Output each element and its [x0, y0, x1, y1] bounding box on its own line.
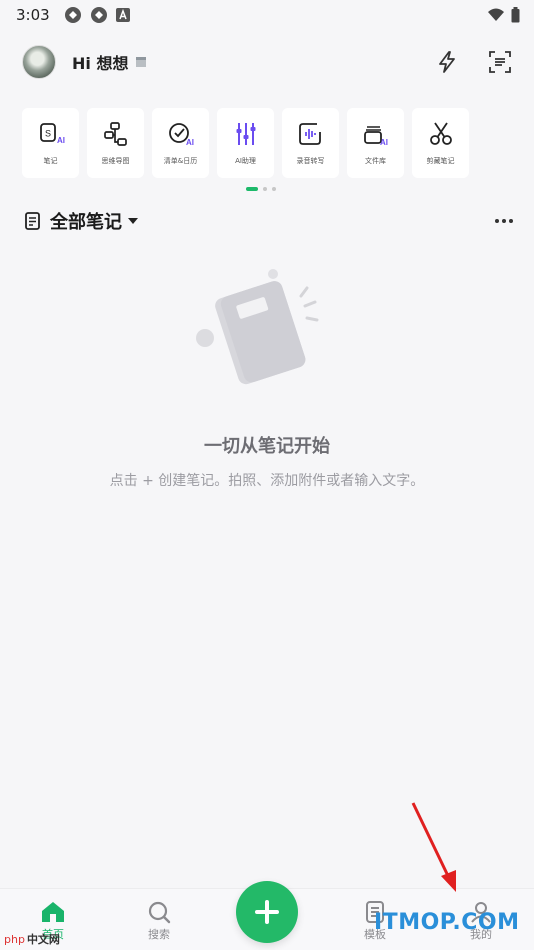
notebook-illustration — [196, 269, 319, 385]
home-icon — [42, 902, 64, 922]
watermark-php-text: php — [4, 932, 25, 946]
header-actions — [436, 50, 512, 74]
watermark-itmop: ITMOP.COM — [374, 910, 520, 935]
caret-down-icon[interactable] — [128, 217, 138, 225]
more-icon[interactable] — [494, 218, 514, 224]
svg-text:AI: AI — [57, 136, 65, 145]
empty-state: 一切从笔记开始 点击 + 创建笔记。拍照、添加附件或者输入文字。 — [0, 262, 534, 490]
font-a-icon — [115, 8, 130, 22]
notes-list-icon — [25, 212, 40, 230]
nav-search-label: 搜索 — [148, 928, 170, 941]
svg-text:AI: AI — [186, 138, 194, 147]
wifi-icon — [488, 8, 504, 21]
mindmap-icon — [103, 122, 127, 146]
tool-label: 文件库 — [365, 157, 386, 165]
tool-file-library[interactable]: AI 文件库 — [347, 108, 404, 178]
annotation-arrow — [411, 802, 456, 892]
tool-mindmap[interactable]: 思维导图 — [87, 108, 144, 178]
notes-section-header: 全部笔记 — [24, 206, 514, 236]
avatar[interactable] — [22, 45, 56, 79]
status-notification-icons — [64, 6, 130, 24]
empty-title: 一切从笔记开始 — [204, 436, 330, 457]
nav-search[interactable]: 搜索 — [106, 900, 212, 942]
empty-subtitle: 点击 + 创建笔记。拍照、添加附件或者输入文字。 — [109, 473, 425, 489]
pager-dot-active — [246, 187, 258, 191]
tool-label: 剪藏笔记 — [426, 157, 455, 165]
search-icon — [148, 901, 171, 924]
tool-label: AI助理 — [235, 157, 256, 165]
quick-tools: S AI 笔记 思维导图 AI 清单&日历 AI助理 录音转写 AI 文件库 剪藏… — [22, 108, 516, 178]
svg-text:AI: AI — [380, 138, 388, 147]
tool-label: 思维导图 — [101, 157, 130, 165]
plus-icon — [255, 900, 279, 924]
battery-icon — [511, 7, 520, 23]
greeting-text: Hi 想想 — [72, 54, 129, 73]
tool-clip-note[interactable]: 剪藏笔记 — [412, 108, 469, 178]
tool-label: 录音转写 — [296, 157, 325, 165]
pager-dot — [263, 187, 267, 191]
member-badge-icon — [136, 57, 147, 67]
svg-text:S: S — [44, 129, 50, 139]
ai-file-library-icon: AI — [363, 126, 388, 147]
watermark-site-text: 中文网 — [26, 933, 60, 946]
notes-filter-title[interactable]: 全部笔记 — [50, 208, 122, 234]
voice-record-icon — [298, 123, 321, 145]
add-note-button[interactable] — [236, 881, 298, 943]
scissors-icon — [429, 122, 452, 145]
carousel-pager — [246, 187, 276, 191]
tool-voice-record[interactable]: 录音转写 — [282, 108, 339, 178]
tool-ai-note[interactable]: S AI 笔记 — [22, 108, 79, 178]
watermark-php: php 中文网 — [4, 931, 60, 947]
ai-note-icon: S AI — [39, 123, 65, 145]
app-notification-icon — [64, 7, 81, 23]
ai-checklist-icon: AI — [168, 123, 194, 147]
status-bar: 3:03 — [0, 0, 534, 30]
pager-dot — [272, 187, 276, 191]
header: Hi 想想 — [0, 38, 534, 86]
app-notification-icon — [90, 7, 107, 23]
tool-label: 清单&日历 — [163, 157, 198, 165]
greeting[interactable]: Hi 想想 — [72, 50, 148, 74]
status-system-icons — [487, 7, 520, 23]
status-time: 3:03 — [16, 6, 50, 24]
tool-label: 笔记 — [43, 157, 58, 165]
scan-icon[interactable] — [488, 50, 512, 74]
lightning-icon[interactable] — [436, 50, 458, 74]
ai-assistant-icon — [236, 123, 255, 145]
tool-ai-assistant[interactable]: AI助理 — [217, 108, 274, 178]
tool-checklist[interactable]: AI 清单&日历 — [152, 108, 209, 178]
